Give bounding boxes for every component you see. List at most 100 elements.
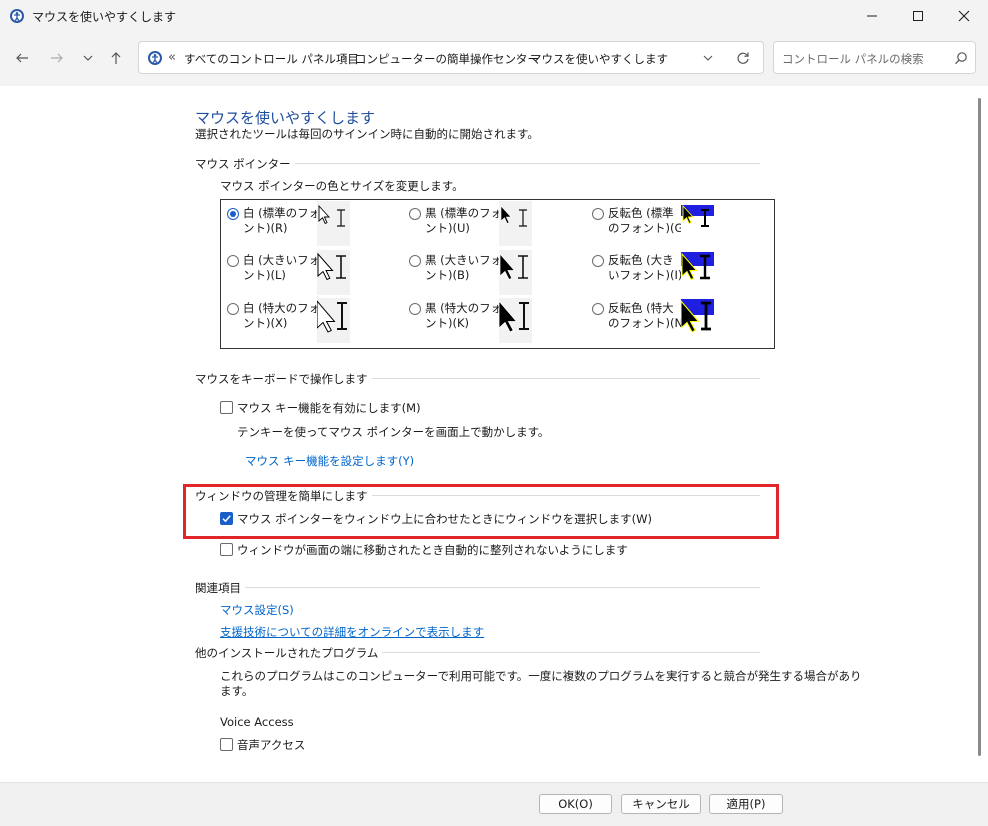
address-history-button[interactable] [702, 52, 714, 67]
option-label-line2: ント)(K) [425, 316, 470, 330]
radio-inverted-large[interactable] [592, 255, 604, 267]
pointer-option-white-extra-large[interactable]: 白 (特大のフォ ント)(X) [227, 301, 377, 341]
white-regular-cursor-preview [317, 201, 350, 246]
window-title: マウスを使いやすくします [32, 10, 177, 24]
voice-access-program-name: Voice Access [220, 715, 294, 729]
section-title-related: 関連項目 [195, 580, 245, 596]
section-title-other-programs: 他のインストールされたプログラム [195, 645, 383, 661]
search-input[interactable]: コントロール パネルの検索 [782, 51, 924, 67]
prevent-snap-checkbox[interactable] [220, 543, 233, 556]
prevent-snap-label[interactable]: ウィンドウが画面の端に移動されたとき自動的に整列されないようにします [237, 542, 628, 558]
search-button[interactable] [954, 51, 968, 68]
option-label-line2: ント)(B) [425, 268, 470, 282]
section-title-keyboard: マウスをキーボードで操作します [195, 371, 372, 387]
black-extra-large-cursor-preview [498, 298, 532, 343]
arrow-right-icon [51, 53, 63, 63]
minimize-button[interactable] [849, 0, 895, 32]
option-label-line1: 白 (大きいフォ [243, 253, 321, 267]
chevron-down-icon [83, 55, 93, 61]
pointer-option-inverted-regular[interactable]: 反転色 (標準 のフォント)(G) [592, 206, 742, 246]
voice-access-checkbox[interactable] [220, 738, 233, 751]
up-button[interactable] [104, 45, 128, 71]
pointer-option-black-large[interactable]: 黒 (大きいフォ ント)(B) [409, 253, 559, 293]
option-label-line2: いフォント)(I) [608, 268, 683, 282]
page-subtitle: 選択されたツールは毎回のサインイン時に自動的に開始されます。 [195, 127, 539, 141]
arrow-up-icon [111, 52, 121, 64]
other-programs-description-line2: ます。 [220, 684, 254, 698]
breadcrumb-separator-icon[interactable]: › [516, 50, 521, 65]
option-label-line2: ント)(U) [425, 221, 470, 235]
pointer-option-inverted-extra-large[interactable]: 反転色 (特大 のフォント)(N) [592, 301, 742, 341]
inverted-regular-cursor-preview [681, 201, 714, 246]
option-label-line1: 黒 (大きいフォ [425, 253, 503, 267]
refresh-button[interactable] [736, 51, 750, 68]
search-box[interactable]: コントロール パネルの検索 [773, 41, 976, 74]
section-title-mouse-pointer: マウス ポインター [195, 156, 295, 172]
option-label-line2: ント)(L) [243, 268, 286, 282]
scrollbar-thumb[interactable] [978, 98, 981, 756]
option-label-line2: ント)(R) [243, 221, 288, 235]
radio-white-extra-large[interactable] [227, 303, 239, 315]
inverted-large-cursor-preview [681, 250, 714, 295]
inverted-extra-large-cursor-preview [680, 298, 714, 343]
breadcrumb-all-items[interactable]: すべてのコントロール パネル項目 [184, 51, 359, 67]
minimize-icon [867, 15, 877, 17]
refresh-icon [737, 52, 749, 64]
option-label-line2: ント)(X) [243, 316, 288, 330]
pointer-option-black-extra-large[interactable]: 黒 (特大のフォ ント)(K) [409, 301, 559, 341]
recent-locations-button[interactable] [76, 45, 100, 71]
option-label-line1: 黒 (特大のフォ [425, 301, 503, 315]
radio-white-regular[interactable] [227, 208, 239, 220]
assistive-tech-online-link[interactable]: 支援技術についての詳細をオンラインで表示します [220, 624, 484, 640]
white-large-cursor-preview [317, 250, 350, 295]
option-label-line1: 反転色 (標準 [608, 206, 674, 220]
mouse-settings-link[interactable]: マウス設定(S) [220, 602, 294, 618]
pointer-option-white-large[interactable]: 白 (大きいフォ ント)(L) [227, 253, 377, 293]
control-panel-app-icon [9, 8, 25, 24]
white-extra-large-cursor-preview [316, 298, 350, 343]
arrow-left-icon [16, 53, 28, 63]
option-label-line1: 白 (標準のフォ [243, 206, 321, 220]
radio-black-regular[interactable] [409, 208, 421, 220]
mouse-keys-label[interactable]: マウス キー機能を有効にします(M) [237, 400, 421, 416]
pointer-section-description: マウス ポインターの色とサイズを変更します。 [220, 179, 464, 193]
cancel-button[interactable]: キャンセル [621, 794, 701, 814]
radio-inverted-regular[interactable] [592, 208, 604, 220]
apply-button[interactable]: 適用(P) [709, 794, 783, 814]
option-label-line1: 黒 (標準のフォ [425, 206, 503, 220]
breadcrumb-ease-of-access[interactable]: コンピューターの簡単操作センター [355, 51, 539, 67]
breadcrumb-separator-icon[interactable]: › [342, 50, 347, 65]
mouse-keys-checkbox[interactable] [220, 401, 233, 414]
radio-inverted-extra-large[interactable] [592, 303, 604, 315]
search-icon [955, 52, 967, 65]
address-bar[interactable]: « すべてのコントロール パネル項目 › コンピューターの簡単操作センター › … [138, 41, 764, 74]
breadcrumb-overflow[interactable]: « [168, 50, 176, 65]
setup-mouse-keys-link[interactable]: マウス キー機能を設定します(Y) [245, 453, 414, 469]
ok-button[interactable]: OK(O) [539, 794, 612, 814]
vertical-scrollbar[interactable] [974, 86, 988, 782]
dialog-footer [0, 782, 988, 826]
radio-black-extra-large[interactable] [409, 303, 421, 315]
chevron-down-icon [703, 55, 713, 61]
option-label-line1: 白 (特大のフォ [243, 301, 321, 315]
radio-white-large[interactable] [227, 255, 239, 267]
option-label-line1: 反転色 (特大 [608, 301, 674, 315]
pointer-option-inverted-large[interactable]: 反転色 (大き いフォント)(I) [592, 253, 742, 293]
radio-black-large[interactable] [409, 255, 421, 267]
option-label-line1: 反転色 (大き [608, 253, 674, 267]
maximize-icon [913, 11, 923, 21]
close-button[interactable] [941, 0, 987, 32]
pointer-option-white-regular[interactable]: 白 (標準のフォ ント)(R) [227, 206, 377, 246]
voice-access-label[interactable]: 音声アクセス [237, 737, 305, 753]
forward-button[interactable] [45, 45, 69, 71]
page-title: マウスを使いやすくします [195, 109, 376, 127]
pointer-option-black-regular[interactable]: 黒 (標準のフォ ント)(U) [409, 206, 559, 246]
option-label-line2: のフォント)(G) [608, 221, 688, 235]
mouse-keys-description: テンキーを使ってマウス ポインターを画面上で動かします。 [237, 425, 550, 439]
breadcrumb-current[interactable]: マウスを使いやすくします [530, 51, 668, 67]
maximize-button[interactable] [895, 0, 941, 32]
close-icon [958, 10, 970, 22]
black-regular-cursor-preview [499, 201, 532, 246]
section-divider [195, 587, 760, 588]
back-button[interactable] [10, 45, 34, 71]
